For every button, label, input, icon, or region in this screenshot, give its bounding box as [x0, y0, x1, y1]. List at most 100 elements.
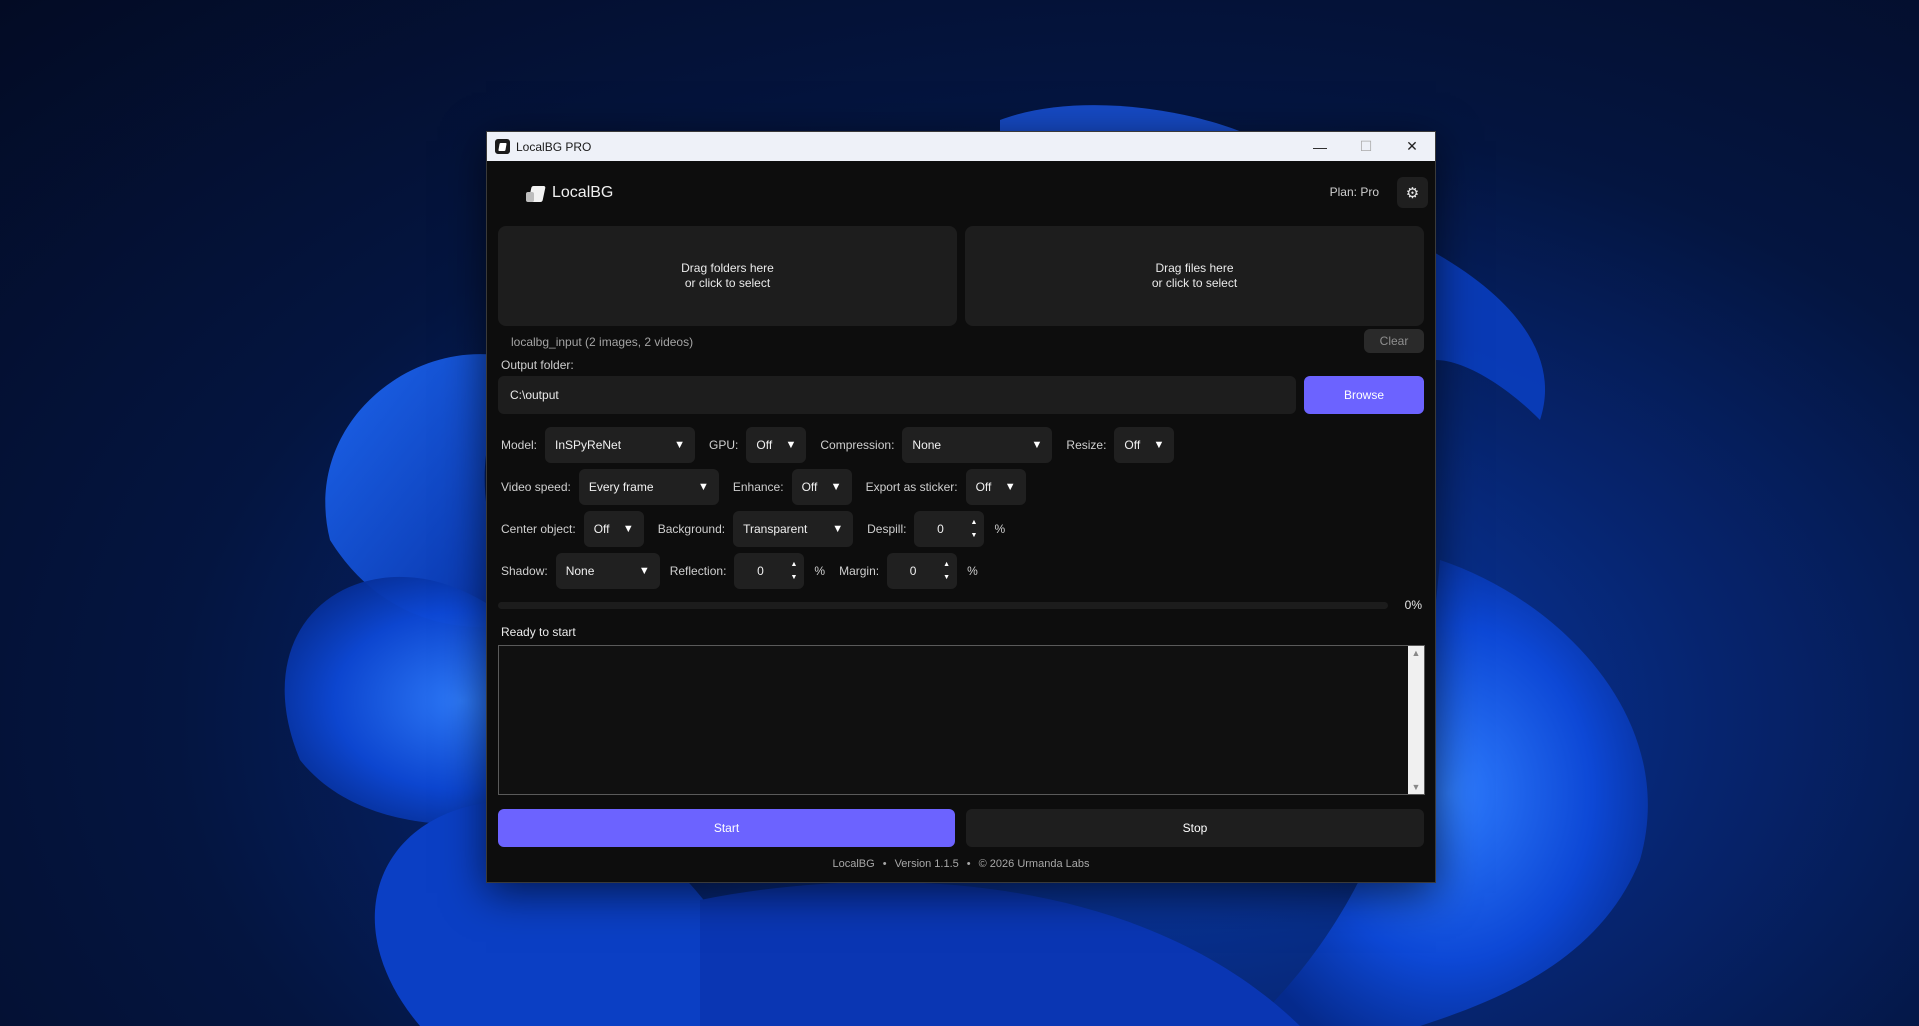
footer-separator: •: [966, 858, 971, 870]
decrement-icon[interactable]: ▼: [790, 574, 797, 581]
clear-button[interactable]: Clear: [1364, 329, 1424, 353]
chevron-down-icon: ▼: [1153, 439, 1165, 451]
chevron-down-icon: ▼: [830, 481, 842, 493]
logo: LocalBG: [526, 182, 613, 204]
resize-label: Resize:: [1066, 438, 1107, 452]
status-text: Ready to start: [501, 625, 576, 639]
folder-dropzone-line2: or click to select: [684, 276, 771, 290]
gpu-dropdown[interactable]: Off ▼: [746, 427, 807, 463]
sticker-value: Off: [975, 480, 992, 494]
footer-separator: •: [882, 858, 887, 870]
background-dropdown[interactable]: Transparent ▼: [733, 511, 854, 547]
center-object-dropdown[interactable]: Off ▼: [583, 511, 644, 547]
sticker-dropdown[interactable]: Off ▼: [965, 469, 1026, 505]
despill-unit: %: [994, 522, 1006, 536]
minimize-button[interactable]: —: [1297, 132, 1343, 161]
enhance-dropdown[interactable]: Off ▼: [791, 469, 852, 505]
folder-dropzone[interactable]: Drag folders here or click to select: [498, 226, 957, 326]
scroll-up-icon[interactable]: ▲: [1408, 648, 1424, 658]
footer-copyright: © 2026 Urmanda Labs: [978, 858, 1090, 870]
log-scrollbar[interactable]: ▲ ▼: [1408, 646, 1424, 794]
chevron-down-icon: ▼: [674, 439, 686, 451]
decrement-icon[interactable]: ▼: [943, 574, 950, 581]
logo-text: LocalBG: [552, 184, 614, 201]
file-dropzone-line1: Drag files here: [1155, 261, 1234, 275]
increment-icon[interactable]: ▲: [971, 519, 978, 526]
reflection-value: 0: [757, 564, 764, 578]
browse-button[interactable]: Browse: [1304, 376, 1424, 414]
increment-icon[interactable]: ▲: [790, 561, 797, 568]
background-label: Background:: [657, 522, 726, 536]
log-output[interactable]: ▲ ▼: [498, 645, 1425, 795]
window-title: LocalBG PRO: [516, 139, 592, 154]
output-folder-label: Output folder:: [501, 358, 574, 372]
reflection-spinbox[interactable]: 0 ▲ ▼: [734, 553, 805, 589]
video-speed-value: Every frame: [588, 480, 654, 494]
stop-button[interactable]: Stop: [966, 809, 1424, 847]
background-value: Transparent: [743, 522, 808, 536]
center-object-value: Off: [593, 522, 610, 536]
center-object-label: Center object:: [501, 522, 576, 536]
margin-spinbox[interactable]: 0 ▲ ▼: [887, 553, 958, 589]
model-dropdown[interactable]: InSPyReNet ▼: [545, 427, 696, 463]
reflection-label: Reflection:: [669, 564, 727, 578]
increment-icon[interactable]: ▲: [943, 561, 950, 568]
gpu-value: Off: [756, 438, 773, 452]
sticker-label: Export as sticker:: [865, 480, 958, 494]
progress-bar: [498, 602, 1388, 609]
app-header: LocalBG Plan: Pro ⚙: [487, 161, 1435, 226]
enhance-label: Enhance:: [732, 480, 784, 494]
resize-dropdown[interactable]: Off ▼: [1114, 427, 1175, 463]
gear-icon: ⚙: [1405, 184, 1420, 202]
close-button[interactable]: ✕: [1389, 132, 1435, 161]
chevron-down-icon: ▼: [622, 523, 634, 535]
chevron-down-icon: ▼: [832, 523, 844, 535]
despill-label: Despill:: [867, 522, 907, 536]
decrement-icon[interactable]: ▼: [971, 532, 978, 539]
shadow-label: Shadow:: [501, 564, 548, 578]
file-dropzone[interactable]: Drag files here or click to select: [965, 226, 1424, 326]
chevron-down-icon: ▼: [1031, 439, 1043, 451]
logo-icon: [526, 182, 546, 204]
start-button[interactable]: Start: [498, 809, 955, 847]
despill-spinbox[interactable]: 0 ▲ ▼: [914, 511, 985, 547]
margin-value: 0: [909, 564, 917, 578]
scroll-down-icon[interactable]: ▼: [1408, 782, 1424, 792]
model-label: Model:: [501, 438, 538, 452]
shadow-value: None: [565, 564, 595, 578]
dropzone-row: Drag folders here or click to select Dra…: [498, 226, 1424, 326]
chevron-down-icon: ▼: [785, 439, 797, 451]
window-controls: — ☐ ✕: [1297, 132, 1435, 161]
compression-dropdown[interactable]: None ▼: [902, 427, 1053, 463]
plan-label: Plan: Pro: [1329, 185, 1379, 199]
video-speed-label: Video speed:: [501, 480, 571, 494]
footer-app-name: LocalBG: [832, 858, 875, 870]
app-window: LocalBG PRO — ☐ ✕ LocalBG Plan: Pro ⚙ Dr…: [486, 131, 1436, 883]
video-speed-dropdown[interactable]: Every frame ▼: [578, 469, 719, 505]
despill-value: 0: [937, 522, 944, 536]
shadow-dropdown[interactable]: None ▼: [555, 553, 660, 589]
gpu-label: GPU:: [709, 438, 739, 452]
reflection-unit: %: [814, 564, 826, 578]
margin-label: Margin:: [839, 564, 880, 578]
progress-percent: 0%: [1404, 598, 1422, 612]
input-summary: localbg_input (2 images, 2 videos): [511, 335, 694, 349]
settings-button[interactable]: ⚙: [1397, 177, 1428, 208]
compression-value: None: [912, 438, 942, 452]
compression-label: Compression:: [820, 438, 895, 452]
chevron-down-icon: ▼: [697, 481, 709, 493]
app-icon: [495, 139, 510, 154]
resize-value: Off: [1124, 438, 1141, 452]
options-row-1: Model: InSPyReNet ▼ GPU: Off ▼ Compressi…: [501, 427, 1188, 463]
chevron-down-icon: ▼: [638, 565, 650, 577]
folder-dropzone-line1: Drag folders here: [681, 261, 774, 275]
enhance-value: Off: [801, 480, 818, 494]
file-dropzone-line2: or click to select: [1151, 276, 1238, 290]
model-value: InSPyReNet: [555, 438, 622, 452]
maximize-button[interactable]: ☐: [1343, 132, 1389, 161]
title-bar[interactable]: LocalBG PRO — ☐ ✕: [487, 132, 1435, 161]
options-row-2: Video speed: Every frame ▼ Enhance: Off …: [501, 469, 1040, 505]
chevron-down-icon: ▼: [1004, 481, 1016, 493]
options-row-4: Shadow: None ▼ Reflection: 0 ▲ ▼ % Margi…: [501, 553, 992, 589]
output-folder-input[interactable]: C:\output: [498, 376, 1296, 414]
